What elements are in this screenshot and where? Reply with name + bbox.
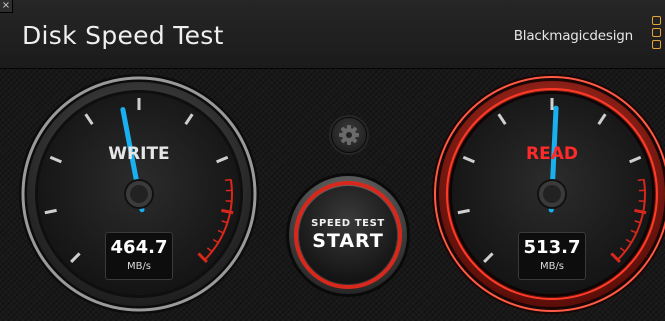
- write-readout: 464.7 MB/s: [105, 232, 173, 280]
- write-label: WRITE: [108, 144, 170, 164]
- read-label: READ: [526, 144, 578, 164]
- brand-name: Blackmagicdesign: [513, 28, 633, 44]
- settings-button[interactable]: [331, 117, 367, 153]
- read-readout: 513.7 MB/s: [518, 232, 586, 280]
- read-speed-unit: MB/s: [539, 261, 565, 272]
- start-button-label: START: [312, 230, 384, 252]
- read-redline-tick: [637, 178, 644, 182]
- read-speed-value: 513.7: [523, 237, 581, 258]
- app-title: Disk Speed Test: [22, 21, 224, 50]
- write-speed-value: 464.7: [110, 237, 168, 258]
- blackmagic-logo-icon: [652, 16, 661, 54]
- start-button-caption: SPEED TEST: [311, 218, 385, 229]
- title-bar: × Disk Speed Test Blackmagicdesign: [0, 0, 665, 69]
- read-gauge: READ 513.7 MB/s: [431, 73, 665, 315]
- write-speed-unit: MB/s: [126, 261, 152, 272]
- write-gauge: WRITE 464.7 MB/s: [18, 73, 260, 315]
- gear-icon: [339, 125, 359, 145]
- start-button[interactable]: SPEED TEST START: [286, 173, 410, 297]
- close-button[interactable]: ×: [0, 0, 13, 13]
- write-redline-tick: [224, 178, 231, 182]
